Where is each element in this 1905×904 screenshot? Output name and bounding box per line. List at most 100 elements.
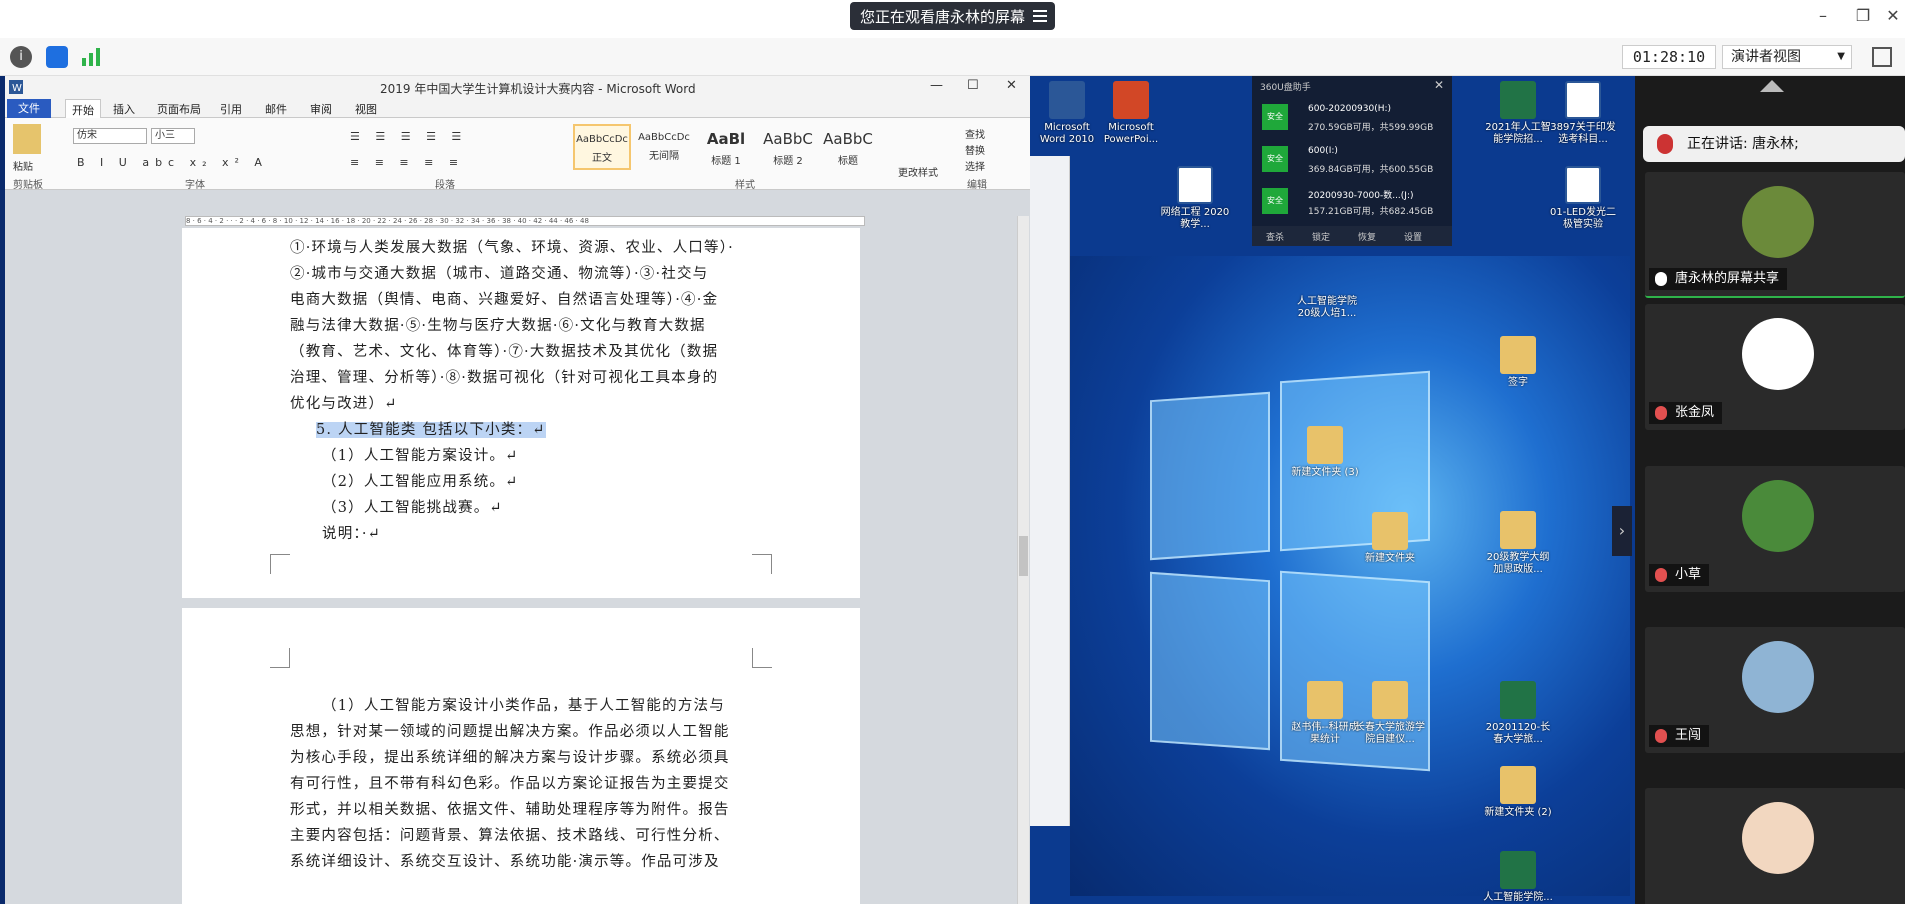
close-button[interactable]: ✕: [1878, 6, 1905, 25]
excel-icon: [1500, 81, 1536, 119]
chevron-down-icon: ▼: [1837, 51, 1845, 62]
select-button[interactable]: 选择: [965, 158, 985, 173]
desktop-icon-label: 长春大学旅游学院自建仪...: [1355, 722, 1425, 745]
participant-name-tag: 小草: [1649, 564, 1710, 586]
tab-file[interactable]: 文件: [7, 99, 51, 118]
menu-icon[interactable]: [1033, 10, 1048, 22]
participant-tile[interactable]: 小草: [1645, 466, 1905, 592]
desktop-icon-folder[interactable]: 新建文件夹: [1355, 512, 1425, 565]
participant-name-tag: 王闯: [1649, 725, 1710, 747]
document-page-2[interactable]: （1）人工智能方案设计小类作品，基于人工智能的方法与 思想，针对某一领域的问题提…: [182, 608, 860, 904]
doc-line: 主要内容包括：问题背景、算法依据、技术路线、可行性分析、: [290, 828, 730, 844]
doc-line: 治理、管理、分析等）·⑧·数据可视化（针对可视化工具本身的: [290, 370, 719, 386]
scroll-thumb[interactable]: [1019, 536, 1028, 576]
tab-mailings[interactable]: 邮件: [265, 101, 287, 117]
tab-references[interactable]: 引用: [220, 101, 242, 117]
desktop-icon-label: 人工智能学院...: [1483, 892, 1553, 903]
style-normal[interactable]: AaBbCcDc 正文: [573, 124, 631, 170]
view-mode-label: 演讲者视图: [1731, 49, 1801, 65]
usb-drive-row[interactable]: 安全 600(I:) 369.84GB可用，共600.55GB: [1260, 142, 1445, 182]
chevron-up-icon[interactable]: [1760, 80, 1784, 92]
word-title-bar: W 2019 年中国大学生计算机设计大赛内容 - Microsoft Word …: [5, 76, 1030, 98]
desktop-icon-folder[interactable]: 新建文件夹 (2): [1483, 766, 1553, 819]
replace-button[interactable]: 替换: [965, 142, 985, 157]
desktop-icon-doc[interactable]: 3897关于印发选考科目...: [1548, 81, 1618, 146]
change-styles-button[interactable]: 更改样式: [898, 164, 938, 179]
margin-corner: [270, 554, 290, 574]
vertical-scrollbar[interactable]: [1017, 216, 1029, 904]
margin-corner: [752, 648, 772, 668]
participant-tile[interactable]: [1645, 788, 1905, 904]
usb-drive-row[interactable]: 安全 20200930-7000-数...(J:) 157.21GB可用，共68…: [1260, 184, 1445, 224]
lock-button[interactable]: 锁定: [1312, 230, 1330, 243]
desktop-icon-folder[interactable]: 长春大学旅游学院自建仪...: [1355, 681, 1425, 746]
font-format-buttons[interactable]: B I U abc x₂ x² A: [77, 156, 268, 169]
desktop-icon-doc[interactable]: 01-LED发光二极管实验: [1548, 166, 1618, 231]
desktop-icon-label: 赵书伟--科研成果统计: [1291, 722, 1359, 745]
drive-name: 600(I:): [1308, 146, 1338, 156]
desktop-icon-word[interactable]: Microsoft Word 2010: [1032, 81, 1102, 146]
desktop-icon-excel[interactable]: 人工智能学院...: [1483, 851, 1553, 904]
desktop-icon-excel[interactable]: 20201120-长春大学旅...: [1483, 681, 1553, 746]
tab-home[interactable]: 开始: [65, 99, 101, 118]
horizontal-ruler[interactable]: 8 · 6 · 4 · 2 · · · 2 · 4 · 6 · 8 · 10 ·…: [185, 216, 865, 226]
folder-icon: [1500, 766, 1536, 804]
style-title[interactable]: AaBbC 标题: [819, 124, 877, 170]
usb-drive-row[interactable]: 安全 600-20200930(H:) 270.59GB可用，共599.99GB: [1260, 100, 1445, 140]
doc-line: ①·环境与人类发展大数据（气象、环境、资源、农业、人口等）·: [290, 240, 734, 256]
tab-review[interactable]: 审阅: [310, 101, 332, 117]
word-maximize-button[interactable]: ☐: [967, 78, 979, 93]
settings-button[interactable]: 设置: [1404, 230, 1422, 243]
restore-drive-button[interactable]: 恢复: [1358, 230, 1376, 243]
style-heading-1[interactable]: AaBl 标题 1: [697, 124, 755, 170]
style-no-spacing[interactable]: AaBbCcDc 无间隔: [635, 124, 693, 170]
tab-page-layout[interactable]: 页面布局: [157, 101, 201, 117]
participant-tile[interactable]: 张金凤: [1645, 304, 1905, 430]
participant-name: 王闯: [1675, 728, 1702, 743]
usb-helper-title: 360U盘助手: [1260, 83, 1311, 93]
desktop-icon-folder[interactable]: 新建文件夹 (3): [1290, 426, 1360, 479]
word-minimize-button[interactable]: —: [930, 78, 943, 93]
signal-icon[interactable]: [80, 46, 102, 68]
style-name: 无间隔: [649, 151, 679, 162]
fullscreen-icon[interactable]: [1872, 47, 1892, 67]
desktop-icon-powerpoint[interactable]: Microsoft PowerPoi...: [1096, 81, 1166, 146]
font-size-select[interactable]: 小三: [151, 128, 195, 144]
meeting-window: 您正在观看唐永林的屏幕 – ❐ ✕ i 01:28:10 演讲者视图 ▼ W 2…: [0, 0, 1905, 904]
align-buttons[interactable]: ≡ ≡ ≡ ≡ ≡: [350, 156, 464, 169]
desktop-icon-excel[interactable]: 2021年人工智能学院招...: [1483, 81, 1553, 146]
shield-icon[interactable]: [46, 46, 68, 68]
participant-tile[interactable]: 王闯: [1645, 627, 1905, 753]
chevron-right-icon[interactable]: ›: [1612, 506, 1632, 556]
share-notice-pill[interactable]: 您正在观看唐永林的屏幕: [850, 2, 1056, 30]
paste-label: 粘贴: [13, 162, 33, 173]
paste-icon[interactable]: [13, 124, 41, 154]
excel-icon: [1500, 681, 1536, 719]
scan-button[interactable]: 查杀: [1266, 230, 1284, 243]
style-heading-2[interactable]: AaBbC 标题 2: [759, 124, 817, 170]
font-name-select[interactable]: 仿宋: [73, 128, 147, 144]
desktop-icon-folder[interactable]: 赵书伟--科研成果统计: [1290, 681, 1360, 746]
view-mode-dropdown[interactable]: 演讲者视图 ▼: [1722, 45, 1852, 69]
desktop-icon-label: 人工智能学院 20级人培1...: [1297, 296, 1357, 319]
word-close-button[interactable]: ✕: [1006, 78, 1017, 93]
list-buttons[interactable]: ☰ ☰ ☰ ☰ ☰: [350, 130, 467, 143]
doc-line: 说明：·↵: [322, 526, 382, 542]
tab-insert[interactable]: 插入: [113, 101, 135, 117]
document-page-1[interactable]: ①·环境与人类发展大数据（气象、环境、资源、农业、人口等）· ②·城市与交通大数…: [182, 228, 860, 598]
desktop-icon-folder[interactable]: 20级教学大纲加思政版...: [1483, 511, 1553, 576]
desktop-icon-doc[interactable]: 人工智能学院 20级人培1...: [1292, 296, 1362, 320]
info-icon[interactable]: i: [10, 46, 32, 68]
restore-button[interactable]: ❐: [1848, 6, 1878, 25]
close-icon[interactable]: ✕: [1434, 78, 1444, 92]
desktop-icon-folder[interactable]: 签字: [1483, 336, 1553, 389]
avatar: [1742, 480, 1814, 552]
tab-view[interactable]: 视图: [355, 101, 377, 117]
doc-line: 为核心手段，提出系统详细的解决方案与设计步骤。系统必须具: [290, 750, 730, 766]
participant-tile[interactable]: 唐永林的屏幕共享: [1645, 172, 1905, 298]
minimize-button[interactable]: –: [1808, 6, 1838, 25]
find-button[interactable]: 查找: [965, 126, 985, 141]
style-name: 标题 2: [773, 156, 803, 167]
margin-corner: [270, 648, 290, 668]
desktop-icon-doc[interactable]: 网络工程 2020教学...: [1160, 166, 1230, 231]
